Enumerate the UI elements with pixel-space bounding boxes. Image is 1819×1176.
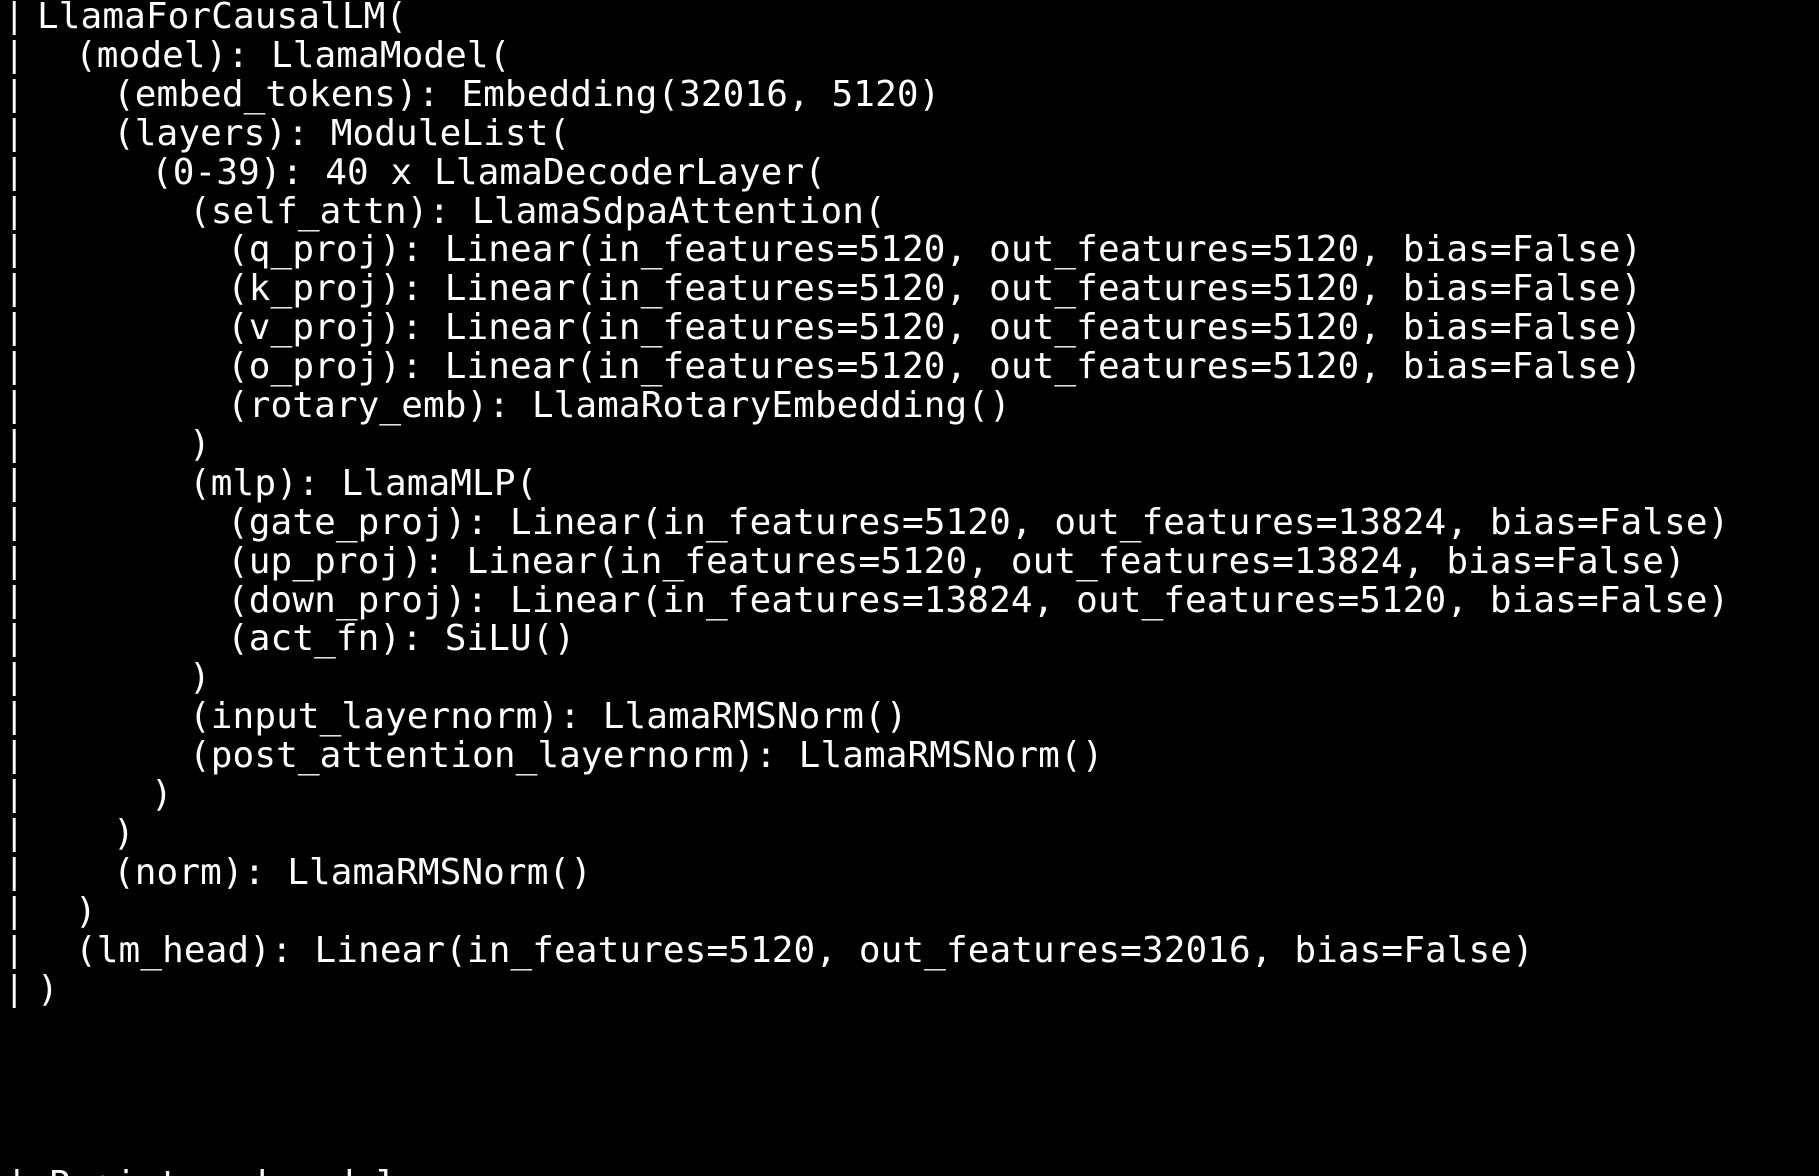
terminal-cutoff-text: | Registered model — [6, 1162, 398, 1176]
terminal-border-bar: | — [4, 968, 25, 1009]
terminal-cutoff-row: | Registered model — [0, 1150, 1819, 1176]
terminal-window[interactable]: | LlamaForCausalLM(| (model): LlamaModel(|… — [0, 0, 1819, 1176]
terminal-line: |) — [0, 967, 1819, 1012]
terminal-line-text: ) — [37, 968, 59, 1010]
